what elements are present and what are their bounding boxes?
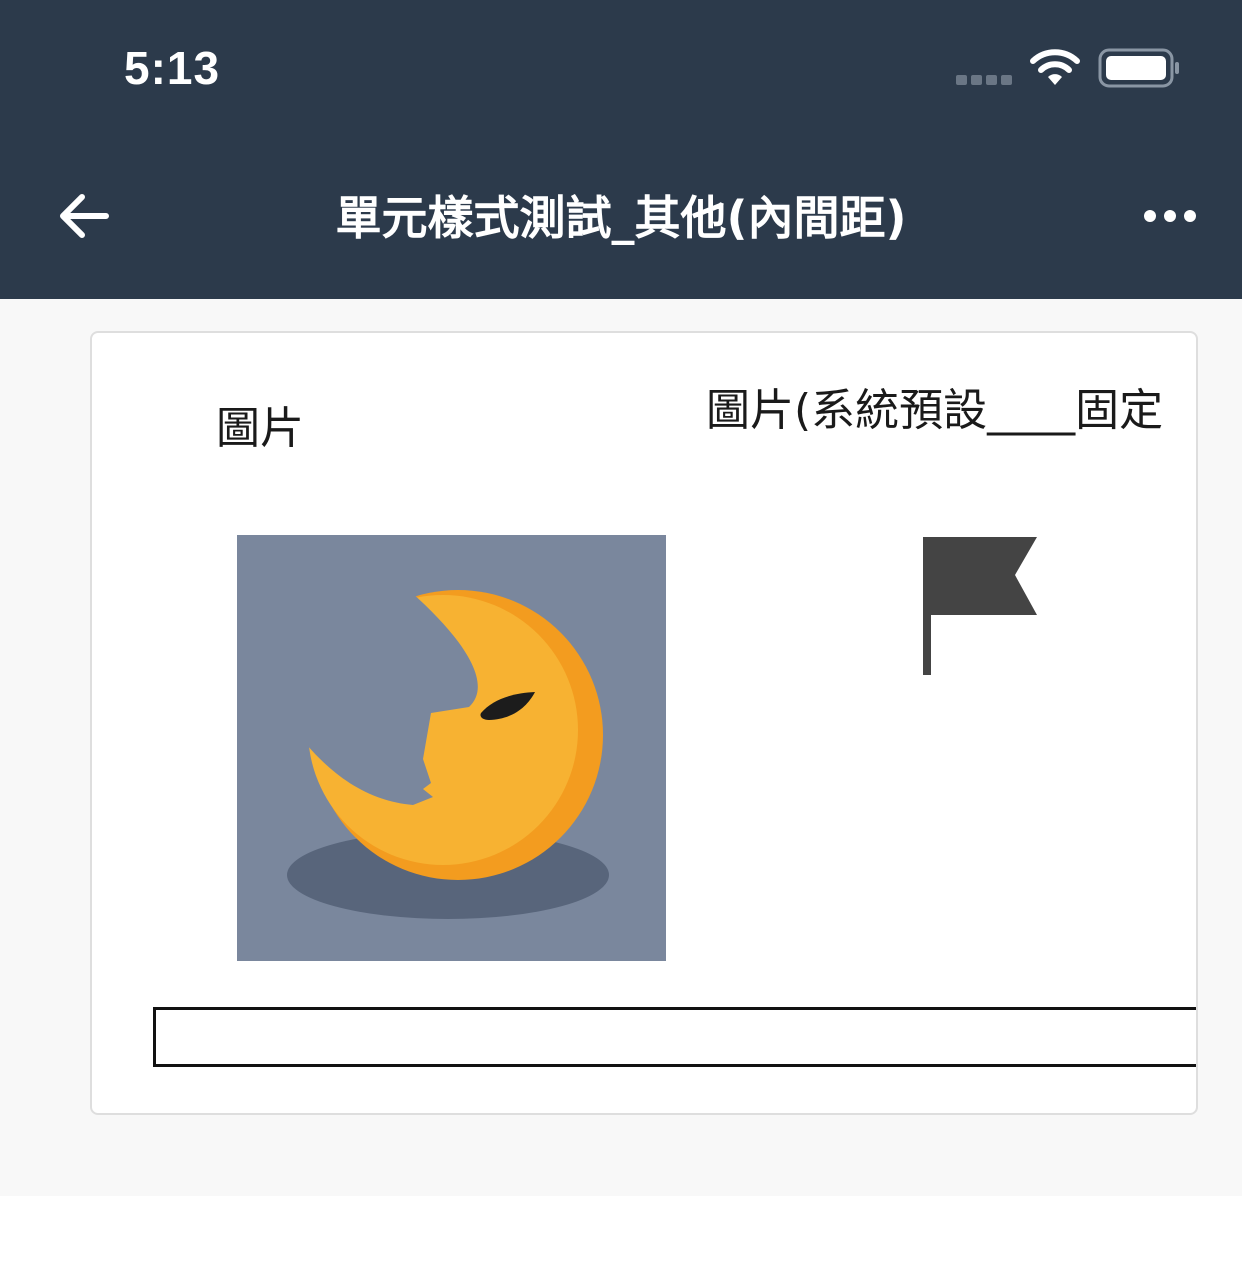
status-time: 5:13	[124, 42, 221, 94]
more-horizontal-icon	[1144, 210, 1196, 222]
content-card: 圖片 圖片(系統預設____固定	[90, 331, 1198, 1115]
back-button[interactable]	[52, 186, 116, 246]
cellular-signal-icon	[956, 75, 1012, 85]
image-label: 圖片	[216, 403, 304, 454]
crescent-moon-image	[287, 590, 609, 919]
flag-icon	[923, 537, 1037, 675]
moon-image	[237, 535, 666, 961]
arrow-left-icon	[60, 194, 109, 238]
wifi-icon	[1030, 49, 1080, 85]
image-default-label: 圖片(系統預設____固定	[706, 385, 1164, 436]
flag-image	[921, 535, 1041, 677]
battery-icon	[1098, 48, 1179, 88]
app-header: 5:13 單元樣式測試_其他(內間距)	[0, 0, 1242, 299]
page-title: 單元樣式測試_其他(內間距)	[335, 191, 907, 245]
text-input[interactable]	[153, 1007, 1196, 1067]
more-button[interactable]	[1140, 200, 1200, 232]
